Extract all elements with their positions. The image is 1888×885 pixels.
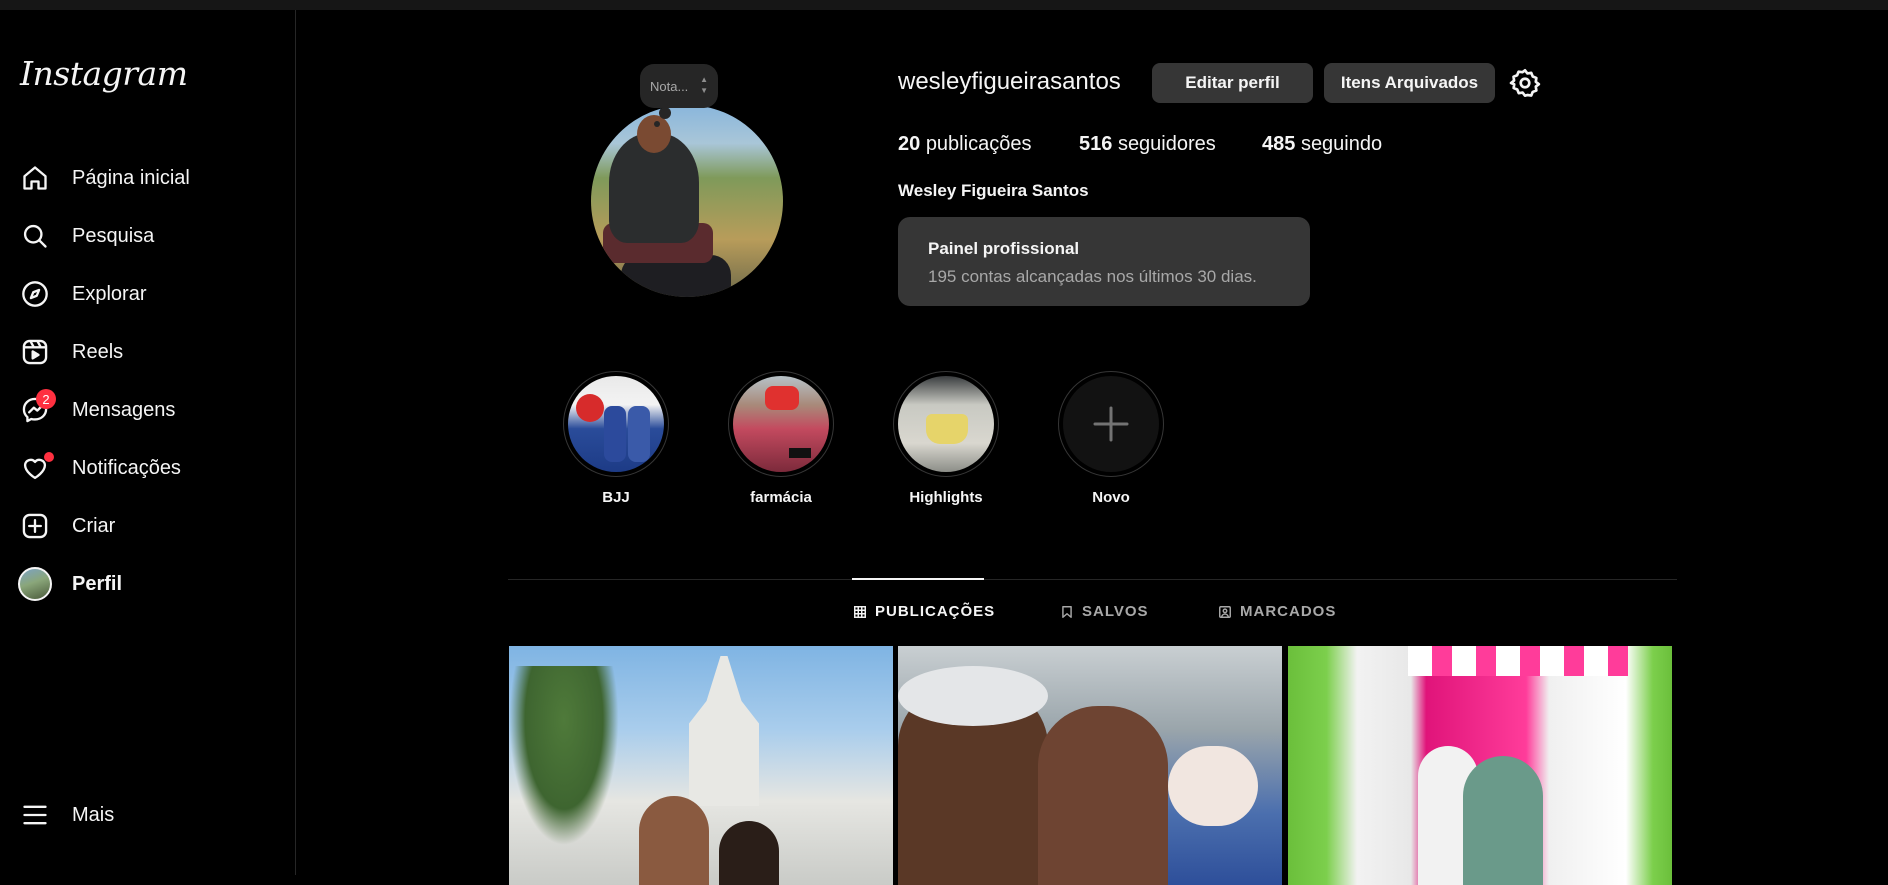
sidebar-item-label: Mais (72, 803, 115, 826)
notification-dot (44, 452, 54, 462)
tab-label: SALVOS (1082, 603, 1149, 620)
settings-gear-icon[interactable] (1509, 67, 1541, 99)
sidebar-item-more[interactable]: Mais (18, 793, 280, 837)
stat-posts: 20 publicações (898, 133, 1031, 156)
sidebar-item-label: Pesquisa (72, 224, 155, 247)
highlight-label: BJJ (602, 489, 630, 506)
highlight-farmacia[interactable]: farmácia (726, 371, 836, 506)
sidebar-item-profile[interactable]: Perfil (18, 562, 280, 606)
browser-top-strip (0, 0, 1888, 10)
sidebar-item-notifications[interactable]: Notificações (18, 446, 280, 490)
sidebar-item-create[interactable]: Criar (18, 504, 280, 548)
search-icon (18, 219, 52, 253)
highlight-new[interactable]: Novo (1056, 371, 1166, 506)
highlight-cover (733, 376, 829, 472)
tab-label: PUBLICAÇÕES (875, 603, 996, 620)
following-count: 485 (1262, 133, 1296, 155)
note-stepper-icon: ▲ ▼ (700, 75, 708, 95)
sidebar-item-search[interactable]: Pesquisa (18, 214, 280, 258)
sidebar-item-explore[interactable]: Explorar (18, 272, 280, 316)
grid-icon (854, 605, 866, 618)
professional-dashboard-card[interactable]: Painel profissional 195 contas alcançada… (898, 217, 1310, 306)
followers-count: 516 (1079, 133, 1113, 155)
home-icon (18, 161, 52, 195)
tab-posts[interactable]: PUBLICAÇÕES (853, 603, 995, 620)
sidebar-item-home[interactable]: Página inicial (18, 156, 280, 200)
followers-label: seguidores (1117, 133, 1216, 155)
reels-icon (18, 335, 52, 369)
note-bubble[interactable]: Nota... ▲ ▼ (640, 64, 718, 108)
sidebar-item-label: Explorar (72, 282, 147, 305)
post-thumbnail[interactable] (509, 646, 893, 885)
posts-count: 20 (898, 133, 921, 155)
note-tail (659, 107, 671, 119)
dashboard-subtitle: 195 contas alcançadas nos últimos 30 dia… (928, 267, 1257, 286)
note-placeholder: Nota... (650, 78, 689, 94)
tab-label: MARCADOS (1240, 603, 1337, 620)
bookmark-icon (1062, 605, 1072, 618)
sidebar-item-label: Criar (72, 514, 116, 537)
post-thumbnail[interactable] (898, 646, 1282, 885)
tabs-divider (508, 579, 1677, 580)
heart-icon (18, 451, 54, 485)
dashboard-title: Painel profissional (928, 239, 1080, 258)
sidebar-item-label: Perfil (72, 572, 123, 595)
tab-tagged[interactable]: MARCADOS (1218, 603, 1336, 620)
highlight-bjj[interactable]: BJJ (561, 371, 671, 506)
highlight-cover (568, 376, 664, 472)
plus-icon (1063, 376, 1159, 472)
plus-square-icon (18, 509, 52, 543)
edit-profile-button[interactable]: Editar perfil (1152, 63, 1313, 103)
sidebar-item-reels[interactable]: Reels (18, 330, 280, 374)
sidebar-item-label: Reels (72, 340, 124, 363)
highlight-cover (898, 376, 994, 472)
highlight-label: farmácia (750, 489, 812, 506)
stat-following[interactable]: 485 seguindo (1262, 133, 1382, 156)
messages-badge: 2 (36, 389, 56, 409)
sidebar-item-label: Mensagens (72, 398, 176, 421)
stat-followers[interactable]: 516 seguidores (1079, 133, 1216, 156)
sidebar-item-label: Página inicial (72, 166, 190, 189)
avatar (18, 567, 52, 601)
profile-full-name: Wesley Figueira Santos (898, 181, 1089, 200)
sidebar-item-messages[interactable]: 2 Mensagens (18, 388, 280, 432)
sidebar-item-label: Notificações (72, 456, 181, 479)
messenger-icon: 2 (18, 389, 56, 427)
post-thumbnail[interactable] (1288, 646, 1672, 885)
tab-active-indicator (852, 578, 984, 580)
profile-avatar[interactable] (591, 105, 783, 297)
highlight-label: Novo (1092, 489, 1130, 506)
compass-icon (18, 277, 52, 311)
highlight-label: Highlights (909, 489, 983, 506)
highlight-highlights[interactable]: Highlights (891, 371, 1001, 506)
menu-icon (18, 798, 52, 832)
following-label: seguindo (1300, 133, 1383, 155)
tagged-icon (1219, 605, 1231, 618)
profile-main: Nota... ▲ ▼ wesleyfigueirasantos Editar p… (297, 10, 1888, 885)
sidebar: Instagram Página inicial Pesquisa Explor… (0, 10, 296, 875)
note-tail (654, 121, 660, 127)
archive-button[interactable]: Itens Arquivados (1324, 63, 1495, 103)
posts-label: publicações (925, 133, 1032, 155)
profile-username: wesleyfigueirasantos (898, 68, 1121, 95)
tab-saved[interactable]: SALVOS (1060, 603, 1149, 620)
instagram-logo[interactable]: Instagram (20, 54, 188, 93)
